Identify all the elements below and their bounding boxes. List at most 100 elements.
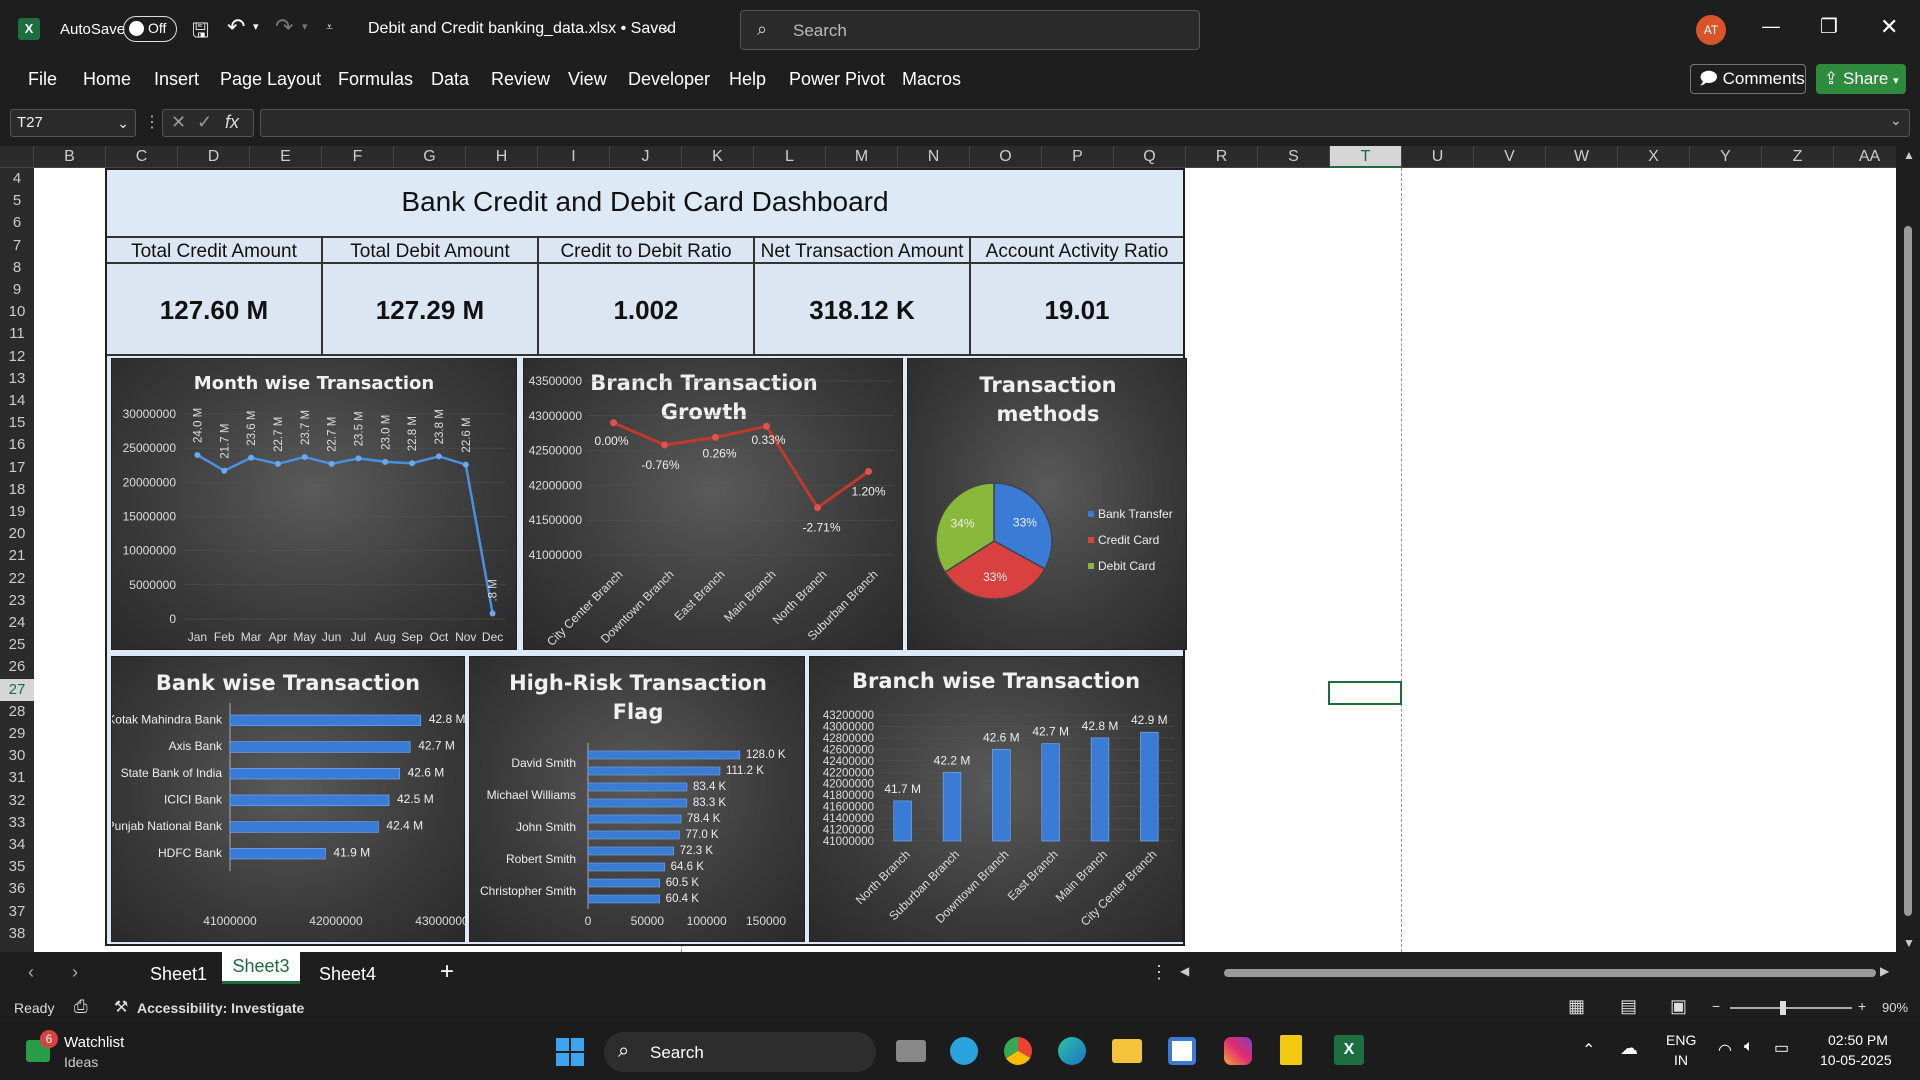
row-header-36[interactable]: 36: [0, 878, 34, 900]
menu-data[interactable]: Data: [431, 69, 469, 90]
menu-view[interactable]: View: [568, 69, 607, 90]
row-header-6[interactable]: 6: [0, 212, 34, 234]
row-header-23[interactable]: 23: [0, 590, 34, 612]
column-header-g[interactable]: G: [394, 146, 466, 168]
accessibility-icon[interactable]: ⚒: [114, 997, 128, 1017]
column-header-k[interactable]: K: [682, 146, 754, 168]
excel-taskbar-icon[interactable]: X: [1334, 1035, 1364, 1065]
column-header-r[interactable]: R: [1186, 146, 1258, 168]
horizontal-scroll-thumb[interactable]: [1224, 969, 1876, 977]
row-header-31[interactable]: 31: [0, 767, 34, 789]
avatar[interactable]: AT: [1696, 15, 1726, 45]
menu-home[interactable]: Home: [83, 69, 131, 90]
row-header-34[interactable]: 34: [0, 834, 34, 856]
row-header-17[interactable]: 17: [0, 457, 34, 479]
row-header-4[interactable]: 4: [0, 168, 34, 190]
row-header-14[interactable]: 14: [0, 390, 34, 412]
name-box[interactable]: T27 ⌄: [10, 109, 136, 137]
telegram-icon[interactable]: [950, 1037, 978, 1065]
row-header-29[interactable]: 29: [0, 723, 34, 745]
column-header-i[interactable]: I: [538, 146, 610, 168]
vertical-scrollbar[interactable]: ▲ ▼: [1896, 146, 1920, 952]
file-title[interactable]: Debit and Credit banking_data.xlsx • Sav…: [368, 20, 676, 38]
zoom-slider[interactable]: [1730, 1001, 1852, 1015]
close-icon[interactable]: ✕: [1880, 14, 1898, 40]
sheet-tab-sheet4[interactable]: Sheet4: [319, 964, 376, 985]
row-header-26[interactable]: 26: [0, 656, 34, 678]
store-icon[interactable]: [1168, 1037, 1196, 1065]
sheet-tab-sheet3[interactable]: Sheet3: [222, 952, 300, 984]
row-header-19[interactable]: 19: [0, 501, 34, 523]
volume-icon[interactable]: 🔈︎: [1744, 1038, 1754, 1056]
column-header-f[interactable]: F: [322, 146, 394, 168]
restore-icon[interactable]: ❐: [1820, 14, 1838, 39]
prev-sheet-icon[interactable]: ‹: [28, 962, 34, 983]
undo-dropdown-icon[interactable]: ▾: [253, 20, 259, 33]
column-header-l[interactable]: L: [754, 146, 826, 168]
hscroll-left-icon[interactable]: ◀: [1180, 964, 1189, 978]
row-header-8[interactable]: 8: [0, 257, 34, 279]
column-header-o[interactable]: O: [970, 146, 1042, 168]
column-header-d[interactable]: D: [178, 146, 250, 168]
macro-record-icon[interactable]: ⎙: [74, 997, 88, 1017]
minimize-icon[interactable]: —: [1762, 16, 1780, 37]
row-header-13[interactable]: 13: [0, 368, 34, 390]
row-header-28[interactable]: 28: [0, 701, 34, 723]
sheet-tab-sheet1[interactable]: Sheet1: [150, 964, 207, 985]
row-header-10[interactable]: 10: [0, 301, 34, 323]
row-header-11[interactable]: 11: [0, 323, 34, 345]
customize-qat-icon[interactable]: ⩡: [326, 20, 333, 35]
comments-button[interactable]: 🗩 Comments: [1690, 64, 1806, 94]
undo-icon[interactable]: ↶: [227, 14, 245, 40]
language-region[interactable]: IN: [1674, 1052, 1688, 1068]
column-header-p[interactable]: P: [1042, 146, 1114, 168]
row-header-37[interactable]: 37: [0, 901, 34, 923]
cancel-icon[interactable]: ✕: [171, 112, 186, 133]
column-header-t[interactable]: T: [1330, 146, 1402, 168]
page-break-view-icon[interactable]: ▣: [1670, 996, 1687, 1017]
clock-date[interactable]: 10-05-2025: [1820, 1052, 1892, 1068]
row-header-30[interactable]: 30: [0, 745, 34, 767]
start-icon[interactable]: [556, 1038, 584, 1066]
row-header-7[interactable]: 7: [0, 235, 34, 257]
autosave-toggle[interactable]: Off: [123, 16, 177, 42]
share-button[interactable]: ⇪ Share ▾: [1816, 64, 1906, 94]
more-icon[interactable]: ⋮: [144, 112, 160, 132]
column-header-x[interactable]: X: [1618, 146, 1690, 168]
row-header-18[interactable]: 18: [0, 479, 34, 501]
instagram-icon[interactable]: [1224, 1037, 1252, 1065]
language-code[interactable]: ENG: [1666, 1032, 1696, 1048]
zoom-out-icon[interactable]: −: [1712, 998, 1720, 1014]
row-header-27[interactable]: 27: [0, 678, 34, 701]
file-explorer-icon[interactable]: [1112, 1039, 1142, 1063]
row-header-12[interactable]: 12: [0, 346, 34, 368]
branch-growth-chart[interactable]: Branch Transaction Growth 43500000 430000…: [523, 358, 903, 650]
redo-dropdown-icon[interactable]: ▾: [302, 20, 308, 33]
menu-insert[interactable]: Insert: [154, 69, 199, 90]
next-sheet-icon[interactable]: ›: [72, 962, 78, 983]
chrome-icon[interactable]: [1004, 1037, 1032, 1065]
hscroll-right-icon[interactable]: ▶: [1880, 964, 1889, 978]
row-header-32[interactable]: 32: [0, 790, 34, 812]
selected-cell[interactable]: [1328, 681, 1402, 705]
column-header-s[interactable]: S: [1258, 146, 1330, 168]
scroll-up-icon[interactable]: ▲: [1903, 148, 1915, 162]
row-header-21[interactable]: 21: [0, 545, 34, 567]
battery-icon[interactable]: ▭: [1774, 1038, 1789, 1058]
enter-icon[interactable]: ✓: [197, 112, 212, 133]
row-header-33[interactable]: 33: [0, 812, 34, 834]
row-header-15[interactable]: 15: [0, 412, 34, 434]
column-header-m[interactable]: M: [826, 146, 898, 168]
column-header-c[interactable]: C: [106, 146, 178, 168]
row-header-20[interactable]: 20: [0, 523, 34, 545]
task-view-icon[interactable]: [896, 1040, 926, 1062]
row-header-5[interactable]: 5: [0, 190, 34, 212]
month-wise-chart[interactable]: Month wise Transaction 30000000 25000000 2…: [111, 358, 517, 650]
wifi-icon[interactable]: ◠: [1718, 1040, 1732, 1060]
menu-page-layout[interactable]: Page Layout: [220, 69, 321, 90]
row-header-35[interactable]: 35: [0, 856, 34, 878]
insert-function-icon[interactable]: fx: [225, 112, 239, 133]
add-sheet-button[interactable]: +: [440, 958, 454, 986]
column-header-q[interactable]: Q: [1114, 146, 1186, 168]
menu-review[interactable]: Review: [491, 69, 550, 90]
